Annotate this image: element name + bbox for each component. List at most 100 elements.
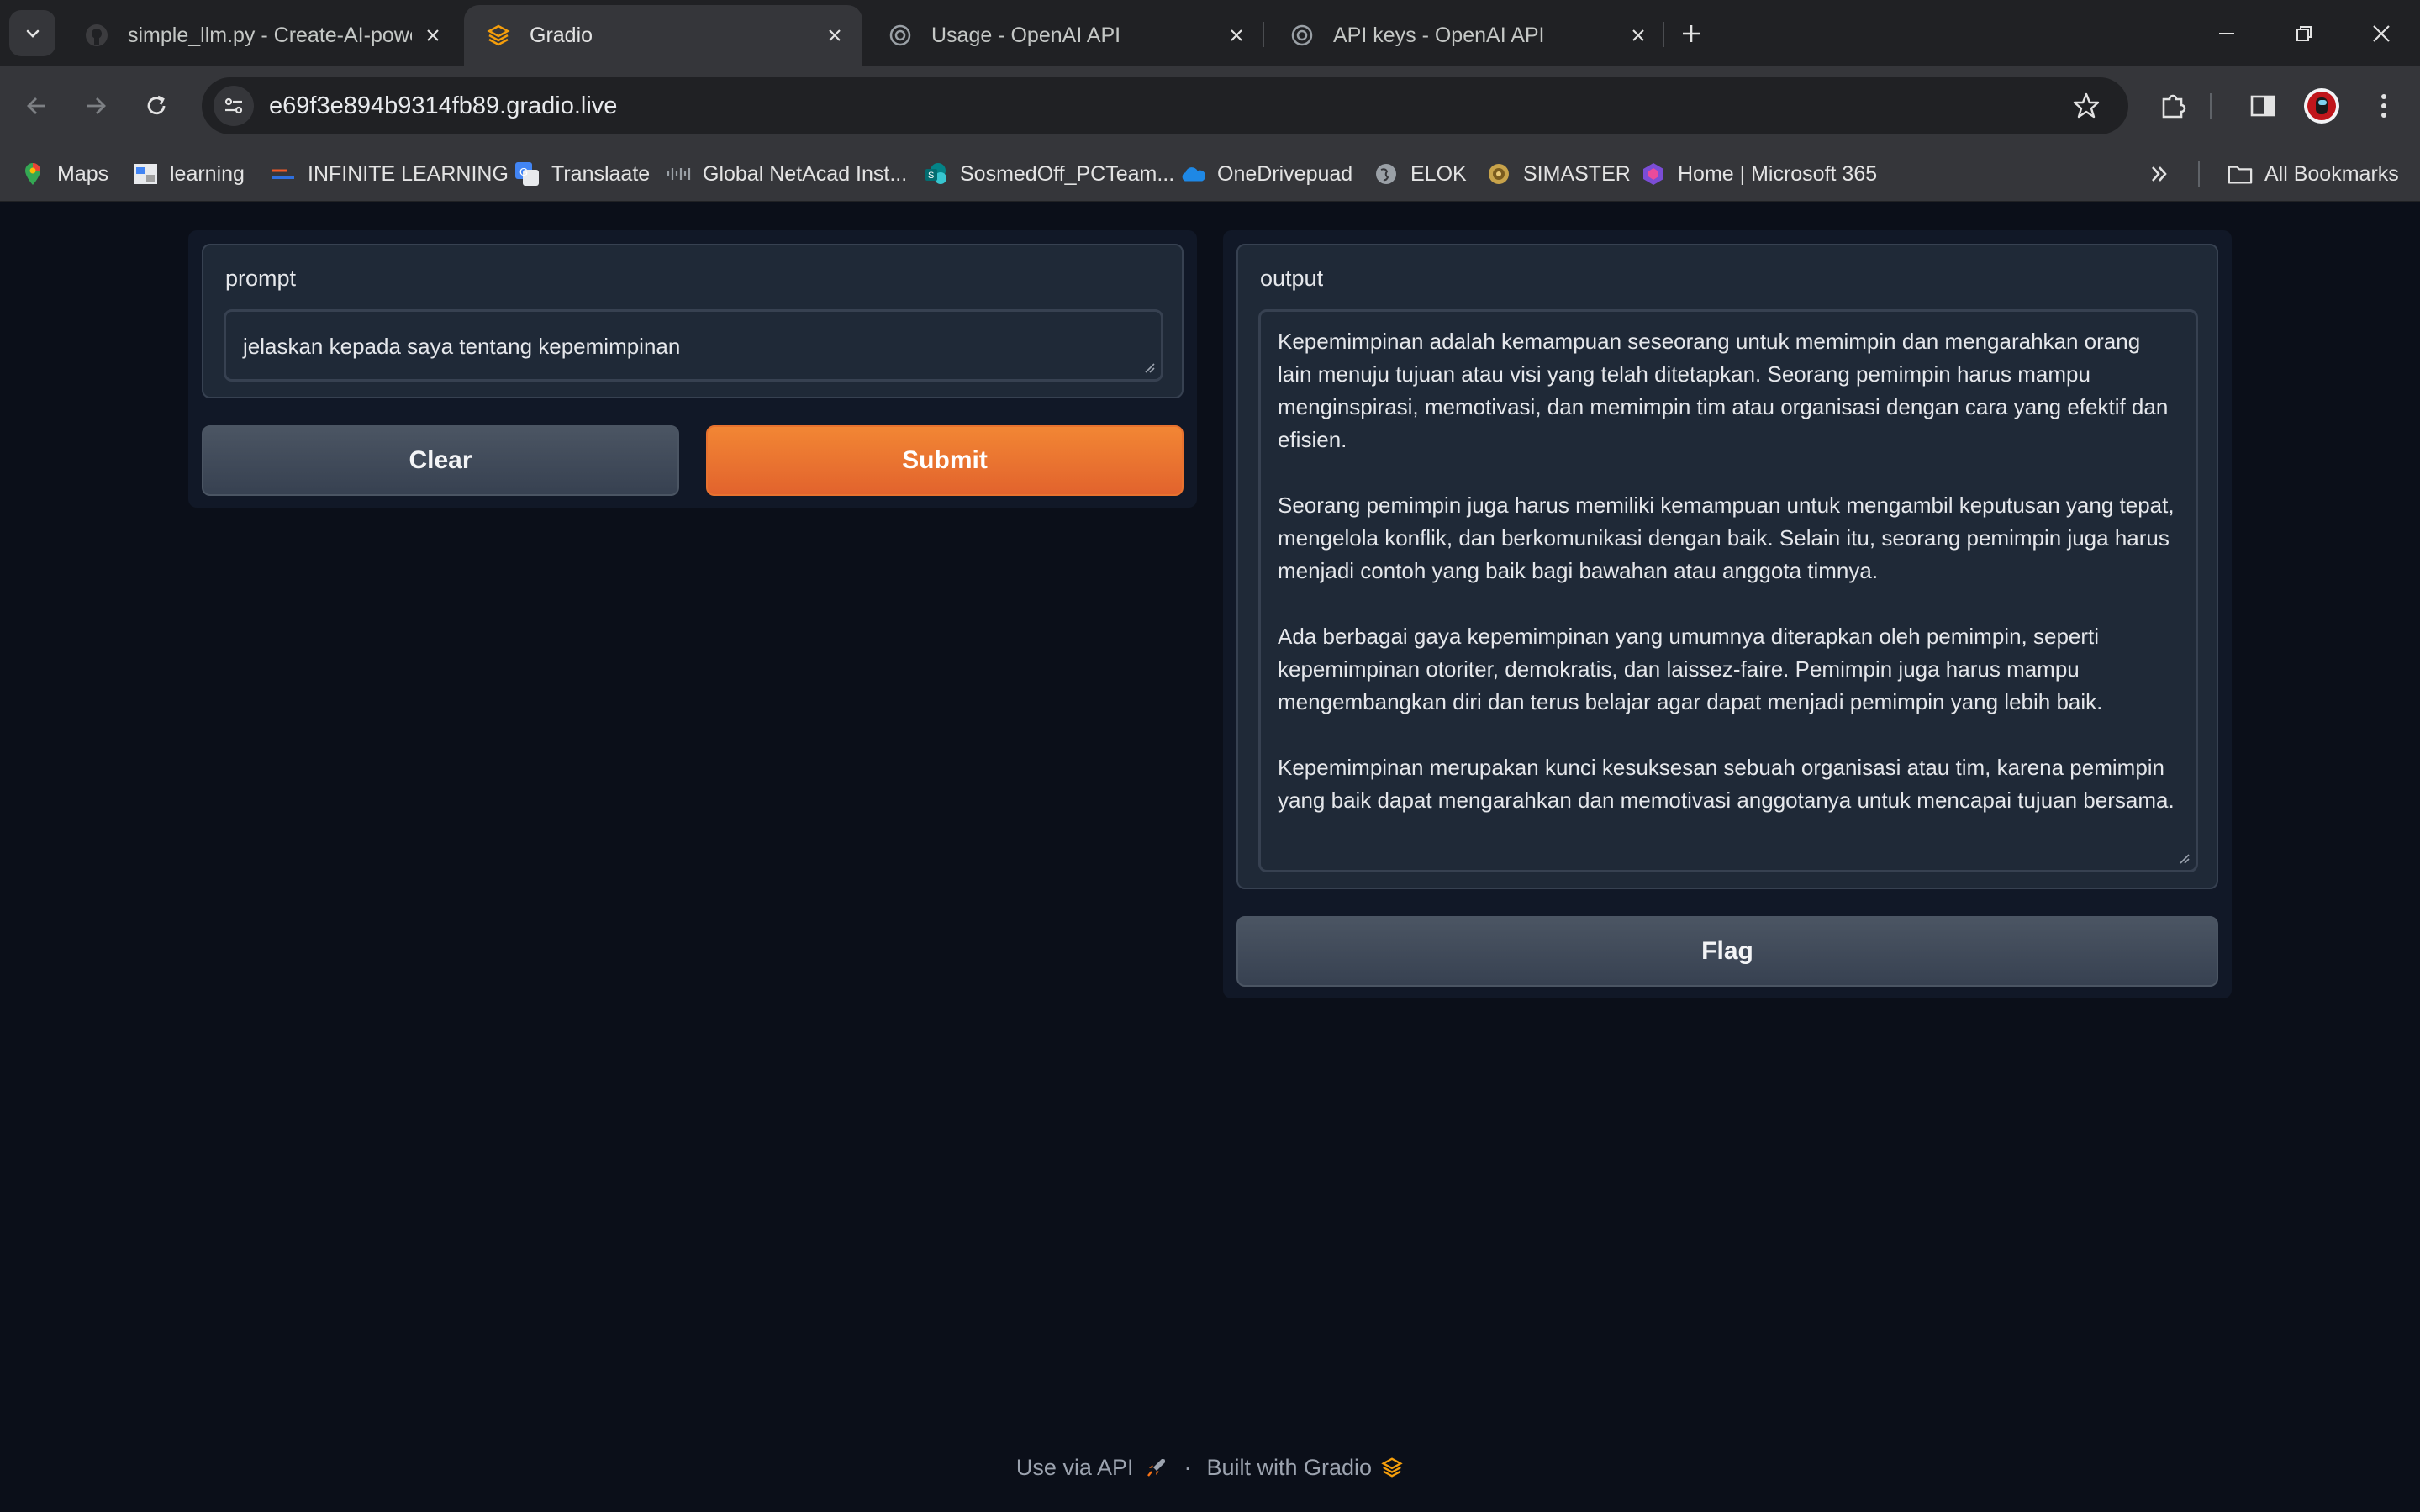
all-bookmarks[interactable]: All Bookmarks — [2228, 155, 2399, 193]
output-paragraph: Kepemimpinan adalah kemampuan seseorang … — [1278, 329, 2169, 452]
clear-button[interactable]: Clear — [202, 425, 679, 496]
bookmark-star-icon[interactable] — [2069, 89, 2103, 123]
tab-simple-llm[interactable]: simple_llm.py - Create-AI-powe — [62, 5, 461, 66]
tab-separator — [1263, 22, 1264, 47]
gradio-logo-icon — [1381, 1457, 1403, 1478]
openai-icon — [888, 23, 913, 48]
arrow-left-icon — [27, 97, 45, 114]
bookmark-elok[interactable]: ELOK — [1373, 155, 1467, 193]
avatar-icon — [2304, 88, 2339, 124]
prompt-textarea[interactable]: jelaskan kepada saya tentang kepemimpina… — [224, 309, 1163, 382]
maps-icon — [20, 161, 45, 187]
footer-separator: · — [1184, 1454, 1192, 1480]
output-panel: output Kepemimpinan adalah kemampuan ses… — [1223, 230, 2232, 998]
side-panel-icon — [2250, 95, 2275, 117]
close-icon — [2373, 25, 2390, 42]
svg-text:S: S — [928, 171, 934, 181]
gradio-icon — [486, 23, 511, 48]
extensions-button[interactable] — [2154, 86, 2194, 126]
globe-icon — [1373, 161, 1399, 187]
side-panel-button[interactable] — [2243, 86, 2283, 126]
tab-usage-openai[interactable]: Usage - OpenAI API — [866, 5, 1264, 66]
tab-search-button[interactable] — [9, 10, 55, 56]
bookmark-simaster[interactable]: SIMASTER — [1486, 155, 1631, 193]
bookmark-translate[interactable]: G Translaate — [514, 155, 650, 193]
use-via-api-link[interactable]: Use via API — [1016, 1455, 1169, 1481]
reload-button[interactable] — [136, 86, 177, 126]
close-icon[interactable] — [1224, 23, 1249, 48]
bookmark-label: Translaate — [551, 161, 651, 186]
profile-avatar[interactable] — [2301, 86, 2342, 126]
built-with-gradio-link[interactable]: Built with Gradio — [1206, 1455, 1404, 1481]
bookmarks-bar: Maps learning INFINITE LEARNING G Transl… — [0, 146, 2420, 202]
built-with-gradio-label: Built with Gradio — [1206, 1454, 1373, 1480]
tab-title: simple_llm.py - Create-AI-powe — [128, 23, 412, 47]
minimize-button[interactable] — [2207, 15, 2246, 52]
back-button[interactable] — [17, 86, 57, 126]
infinite-learning-icon — [271, 161, 296, 187]
output-block: output Kepemimpinan adalah kemampuan ses… — [1236, 244, 2218, 889]
tab-api-keys-openai[interactable]: API keys - OpenAI API — [1268, 5, 1666, 66]
new-tab-button[interactable] — [1674, 17, 1708, 50]
footer: Use via API · Built with Gradio — [0, 1451, 2420, 1484]
close-window-button[interactable] — [2362, 15, 2401, 52]
bookmark-onedrive[interactable]: OneDrivepuad — [1180, 155, 1352, 193]
bookmark-label: ELOK — [1410, 161, 1467, 186]
close-icon[interactable] — [822, 23, 847, 48]
puzzle-icon — [2162, 94, 2186, 119]
bookmark-microsoft365[interactable]: Home | Microsoft 365 — [1641, 155, 1877, 193]
simaster-icon — [1486, 161, 1511, 187]
url-text: e69f3e894b9314fb89.gradio.live — [269, 92, 618, 119]
bookmarks-separator — [2198, 161, 2200, 187]
all-bookmarks-label: All Bookmarks — [2264, 161, 2399, 186]
tab-gradio[interactable]: Gradio — [464, 5, 862, 66]
address-bar[interactable]: e69f3e894b9314fb89.gradio.live — [202, 77, 2128, 134]
bookmark-learning[interactable]: learning — [133, 155, 245, 193]
prompt-block: prompt jelaskan kepada saya tentang kepe… — [202, 244, 1184, 398]
bookmark-label: SIMASTER — [1523, 161, 1631, 186]
bookmark-label: SosmedOff_PCTeam... — [960, 161, 1175, 186]
bookmarks-overflow-button[interactable] — [2148, 155, 2170, 193]
tab-title: Gradio — [530, 23, 593, 47]
github-icon — [84, 23, 109, 48]
bookmark-label: Global NetAcad Inst... — [703, 161, 908, 186]
bookmark-sosmedoff[interactable]: S SosmedOff_PCTeam... — [923, 155, 1174, 193]
rocket-icon — [1147, 1459, 1166, 1477]
browser-toolbar: e69f3e894b9314fb89.gradio.live — [0, 66, 2420, 146]
sharepoint-icon: S — [923, 161, 948, 187]
onedrive-icon — [1180, 161, 1205, 187]
submit-button[interactable]: Submit — [706, 425, 1184, 496]
bookmark-netacad[interactable]: Global NetAcad Inst... — [666, 155, 907, 193]
reload-icon — [147, 95, 166, 115]
site-info-icon[interactable] — [214, 86, 254, 126]
bookmark-infinite-learning[interactable]: INFINITE LEARNING — [271, 155, 509, 193]
bookmark-label: INFINITE LEARNING — [308, 161, 509, 186]
tab-title: API keys - OpenAI API — [1333, 23, 1545, 47]
prompt-label: prompt — [225, 266, 297, 291]
bookmark-label: Maps — [57, 161, 109, 186]
output-label: output — [1260, 266, 1324, 291]
bookmark-maps[interactable]: Maps — [20, 155, 108, 193]
input-panel: prompt jelaskan kepada saya tentang kepe… — [188, 230, 1197, 508]
folder-icon — [2228, 161, 2253, 187]
more-vert-icon — [2381, 94, 2386, 118]
bookmark-label: OneDrivepuad — [1217, 161, 1353, 186]
flag-button[interactable]: Flag — [1236, 916, 2218, 987]
microsoft365-icon — [1641, 161, 1666, 187]
output-paragraph: Seorang pemimpin juga harus memiliki kem… — [1278, 493, 2175, 583]
browser-menu-button[interactable] — [2364, 86, 2404, 126]
close-icon[interactable] — [420, 23, 446, 48]
minimize-icon — [2219, 33, 2234, 34]
output-textarea[interactable]: Kepemimpinan adalah kemampuan seseorang … — [1258, 309, 2198, 872]
gradio-app: prompt jelaskan kepada saya tentang kepe… — [0, 202, 2420, 1512]
close-icon[interactable] — [1626, 23, 1651, 48]
output-paragraph: Ada berbagai gaya kepemimpinan yang umum… — [1278, 624, 2103, 714]
resize-grip-icon[interactable] — [2177, 851, 2191, 865]
toolbar-separator — [2210, 93, 2212, 119]
plus-icon — [1683, 25, 1700, 42]
restore-button[interactable] — [2285, 15, 2323, 52]
forward-button[interactable] — [76, 86, 116, 126]
bookmark-label: Home | Microsoft 365 — [1678, 161, 1878, 186]
resize-grip-icon[interactable] — [1142, 361, 1156, 374]
bookmark-label: learning — [170, 161, 245, 186]
